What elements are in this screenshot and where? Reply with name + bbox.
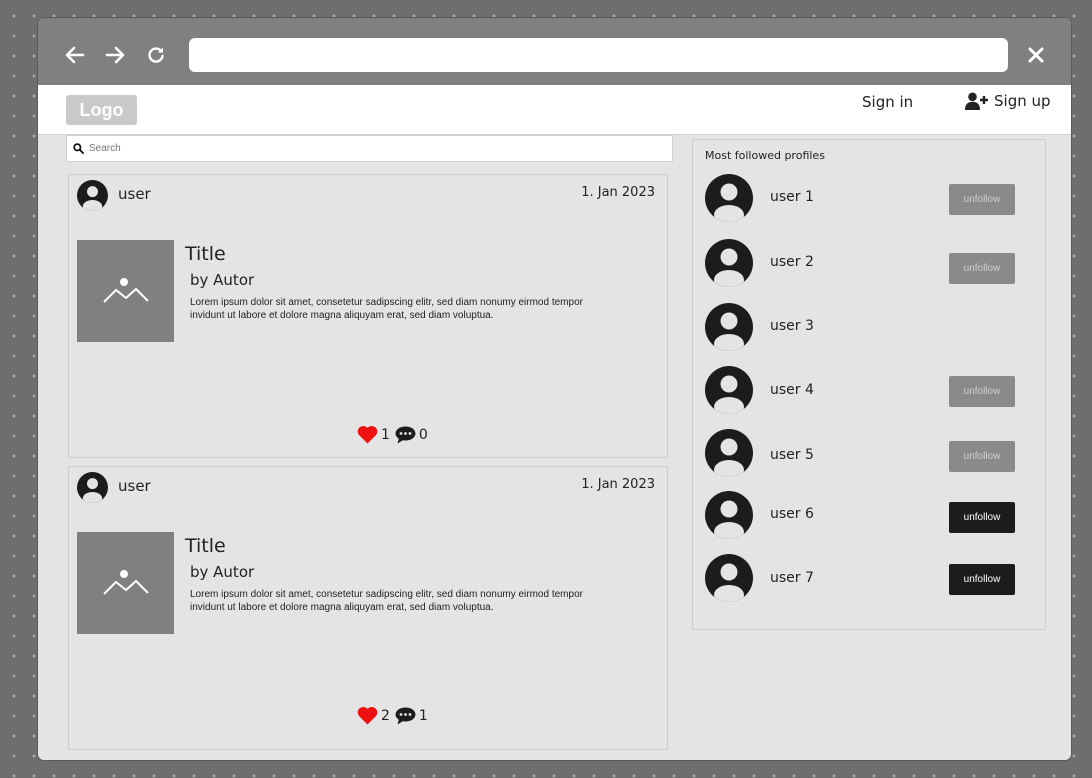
profile-name[interactable]: user 7: [770, 570, 814, 586]
profile-avatar-icon[interactable]: [705, 554, 753, 602]
profile-avatar-icon[interactable]: [705, 239, 753, 287]
post-card[interactable]: user 1. Jan 2023 Title by Autor Lorem ip…: [68, 466, 668, 750]
reload-icon: [148, 47, 164, 63]
post-username[interactable]: user: [118, 185, 151, 203]
forward-button[interactable]: [104, 44, 126, 66]
profile-name[interactable]: user 2: [770, 254, 814, 270]
profile-avatar-icon[interactable]: [705, 174, 753, 222]
comment-count: 1: [418, 707, 428, 724]
unfollow-button[interactable]: unfollow: [949, 441, 1015, 472]
arrow-left-icon: [65, 46, 85, 64]
post-stats: 1 0: [357, 425, 433, 444]
profile-name[interactable]: user 6: [770, 506, 814, 522]
close-button[interactable]: [1025, 44, 1047, 66]
browser-window: Logo Sign in Sign up user 1.: [38, 18, 1071, 760]
sign-up-label: Sign up: [994, 92, 1051, 110]
post-author: by Autor: [190, 563, 255, 581]
search-bar[interactable]: [66, 135, 673, 162]
post-image[interactable]: [77, 532, 174, 634]
profile-avatar-icon[interactable]: [705, 303, 753, 351]
profile-avatar-icon[interactable]: [705, 429, 753, 477]
heart-icon[interactable]: [357, 706, 378, 725]
search-input[interactable]: [89, 143, 649, 154]
profile-avatar-icon[interactable]: [705, 491, 753, 539]
profile-name[interactable]: user 5: [770, 447, 814, 463]
avatar-icon: [77, 472, 108, 503]
sign-up-link[interactable]: Sign up: [965, 92, 1051, 110]
image-placeholder-icon: [102, 278, 149, 303]
arrow-right-icon: [105, 46, 125, 64]
post-author: by Autor: [190, 271, 255, 289]
post-card[interactable]: user 1. Jan 2023 Title by Autor Lorem ip…: [68, 174, 668, 458]
heart-icon[interactable]: [357, 425, 378, 444]
logo[interactable]: Logo: [66, 95, 137, 125]
user-plus-icon: [965, 92, 988, 110]
post-stats: 2 1: [357, 706, 433, 725]
search-icon: [73, 143, 84, 154]
unfollow-button[interactable]: unfollow: [949, 376, 1015, 407]
image-placeholder-icon: [102, 570, 149, 595]
site-header: Logo Sign in Sign up: [38, 85, 1071, 135]
sign-in-link[interactable]: Sign in: [862, 93, 913, 111]
back-button[interactable]: [64, 44, 86, 66]
post-excerpt: Lorem ipsum dolor sit amet, consetetur s…: [190, 297, 583, 321]
profile-name[interactable]: user 4: [770, 382, 814, 398]
unfollow-button[interactable]: unfollow: [949, 502, 1015, 533]
profile-name[interactable]: user 1: [770, 189, 814, 205]
post-date: 1. Jan 2023: [581, 185, 655, 200]
profile-avatar-icon[interactable]: [705, 366, 753, 414]
unfollow-button[interactable]: unfollow: [949, 253, 1015, 284]
comment-icon[interactable]: [395, 707, 416, 725]
post-date: 1. Jan 2023: [581, 477, 655, 492]
like-count: 2: [381, 707, 390, 724]
comment-count: 0: [418, 426, 428, 443]
like-count: 1: [381, 426, 390, 443]
post-title[interactable]: Title: [185, 243, 226, 265]
post-image[interactable]: [77, 240, 174, 342]
comment-icon[interactable]: [395, 426, 416, 444]
reload-button[interactable]: [145, 44, 167, 66]
unfollow-button[interactable]: unfollow: [949, 564, 1015, 595]
profile-name[interactable]: user 3: [770, 318, 814, 334]
url-bar[interactable]: [189, 38, 1008, 72]
browser-toolbar: [38, 18, 1071, 85]
unfollow-button[interactable]: unfollow: [949, 184, 1015, 215]
most-followed-panel: Most followed profiles user 1 unfollow use…: [692, 139, 1046, 630]
panel-title: Most followed profiles: [705, 149, 825, 162]
avatar-icon: [77, 180, 108, 211]
post-username[interactable]: user: [118, 477, 151, 495]
close-icon: [1028, 47, 1044, 63]
post-excerpt: Lorem ipsum dolor sit amet, consetetur s…: [190, 589, 583, 613]
post-title[interactable]: Title: [185, 535, 226, 557]
